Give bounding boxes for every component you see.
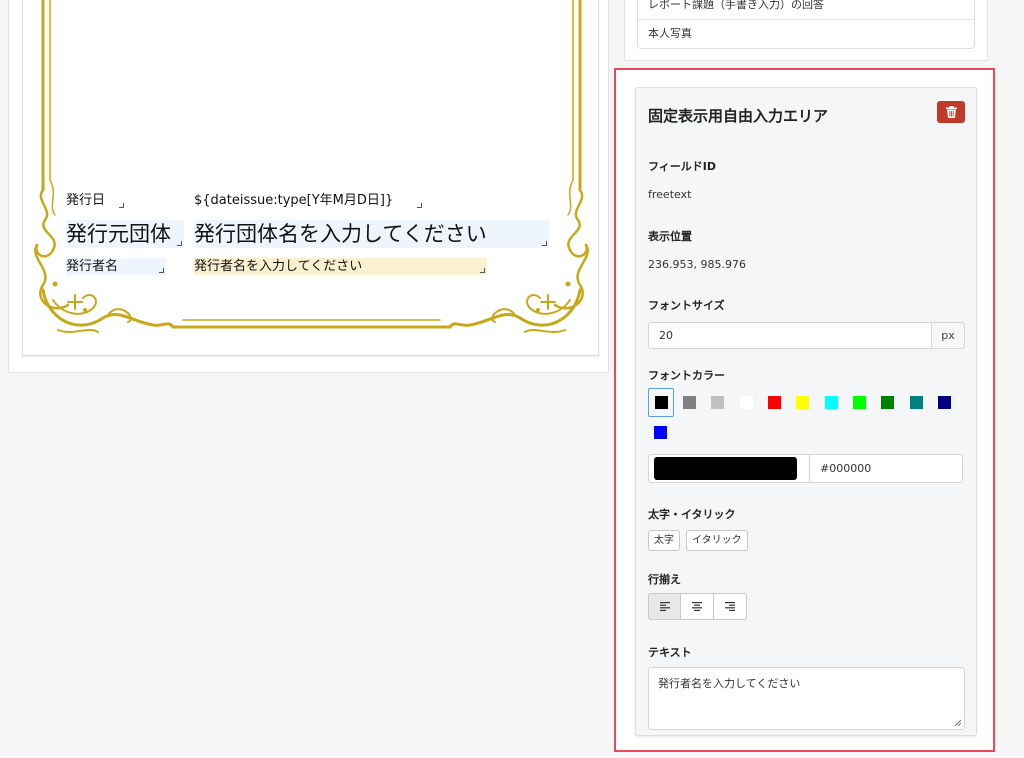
issuer-label: 発行者名 — [66, 259, 119, 274]
color-swatch-yellow[interactable] — [796, 396, 809, 409]
align-button-group — [648, 593, 747, 620]
field-id-value: freetext — [648, 188, 692, 201]
color-swatch-green[interactable] — [881, 396, 894, 409]
color-swatch-gray[interactable] — [683, 396, 696, 409]
issue-date-label-field[interactable]: 発行日 — [66, 192, 126, 210]
align-label: 行揃え — [648, 573, 681, 586]
color-swatch-silver[interactable] — [711, 396, 724, 409]
color-swatch-lime[interactable] — [853, 396, 866, 409]
resize-handle-icon[interactable] — [119, 203, 124, 208]
field-list-container: レポート課題（手書き入力）の回答 本人写真 — [624, 0, 988, 61]
certificate-canvas: 発行日 ${dateissue:type[Y年M月D日]} 発行元団体 発行団体… — [22, 0, 599, 356]
list-item[interactable]: 本人写真 — [638, 20, 974, 48]
resize-handle-icon[interactable] — [177, 241, 182, 246]
italic-button[interactable]: イタリック — [686, 530, 748, 551]
color-swatch-red[interactable] — [768, 396, 781, 409]
selected-panel-highlight: 固定表示用自由入力エリア フィールドID freetext 表示位置 236.9… — [614, 68, 995, 752]
bold-button[interactable]: 太字 — [648, 530, 680, 551]
color-hex-input[interactable]: #000000 — [809, 455, 962, 482]
font-color-label: フォントカラー — [648, 369, 725, 382]
ornamental-frame — [34, 0, 589, 333]
color-swatch-white[interactable] — [740, 396, 753, 409]
field-list: レポート課題（手書き入力）の回答 本人写真 — [637, 0, 975, 49]
resize-handle-icon[interactable] — [542, 241, 547, 246]
text-input[interactable]: 発行者名を入力してください — [648, 667, 965, 730]
font-size-input-group: 20 px — [648, 322, 965, 349]
font-size-input[interactable]: 20 — [648, 322, 932, 349]
position-value: 236.953, 985.976 — [648, 258, 746, 271]
align-right-button[interactable] — [714, 593, 747, 620]
color-swatch-navy[interactable] — [938, 396, 951, 409]
color-swatch-cyan[interactable] — [825, 396, 838, 409]
resize-handle-icon[interactable] — [480, 268, 485, 273]
color-swatch-teal[interactable] — [910, 396, 923, 409]
resize-handle-icon[interactable] — [417, 203, 422, 208]
font-size-label: フォントサイズ — [648, 299, 725, 312]
font-size-unit: px — [932, 322, 965, 349]
issuer-value-field[interactable]: 発行者名を入力してください — [194, 258, 487, 275]
trash-icon — [945, 106, 957, 118]
org-value: 発行団体名を入力してください — [194, 222, 487, 246]
panel-title: 固定表示用自由入力エリア — [648, 107, 829, 125]
align-left-icon — [659, 602, 670, 611]
issue-date-label: 発行日 — [66, 193, 106, 208]
align-center-icon — [692, 602, 702, 611]
org-value-field[interactable]: 発行団体名を入力してください — [194, 220, 549, 248]
org-label: 発行元団体 — [66, 222, 171, 246]
property-panel: 固定表示用自由入力エリア フィールドID freetext 表示位置 236.9… — [635, 87, 977, 736]
color-preview[interactable] — [654, 457, 797, 480]
list-item-label: レポート課題（手書き入力）の回答 — [648, 0, 824, 11]
color-picker-row[interactable]: #000000 — [648, 454, 963, 483]
issuer-value: 発行者名を入力してください — [194, 259, 363, 274]
resize-grip-icon[interactable] — [954, 719, 961, 726]
issue-date-value-field[interactable]: ${dateissue:type[Y年M月D日]} — [194, 192, 424, 210]
editor-canvas-area: 発行日 ${dateissue:type[Y年M月D日]} 発行元団体 発行団体… — [8, 0, 609, 373]
text-label: テキスト — [648, 646, 692, 659]
color-swatch-black[interactable] — [655, 396, 668, 409]
style-label: 太字・イタリック — [648, 508, 736, 521]
color-swatch-blue[interactable] — [654, 426, 667, 439]
issuer-label-field[interactable]: 発行者名 — [66, 258, 166, 275]
align-center-button[interactable] — [681, 593, 714, 620]
list-item-label: 本人写真 — [648, 27, 692, 40]
text-input-value: 発行者名を入力してください — [658, 677, 801, 690]
resize-handle-icon[interactable] — [159, 268, 164, 273]
align-left-button[interactable] — [648, 593, 681, 620]
org-label-field[interactable]: 発行元団体 — [66, 220, 184, 248]
delete-button[interactable] — [937, 101, 965, 123]
field-id-label: フィールドID — [648, 160, 717, 173]
issue-date-value: ${dateissue:type[Y年M月D日]} — [194, 193, 394, 208]
list-item[interactable]: レポート課題（手書き入力）の回答 — [638, 0, 974, 20]
position-label: 表示位置 — [648, 230, 692, 243]
align-right-icon — [725, 602, 735, 611]
